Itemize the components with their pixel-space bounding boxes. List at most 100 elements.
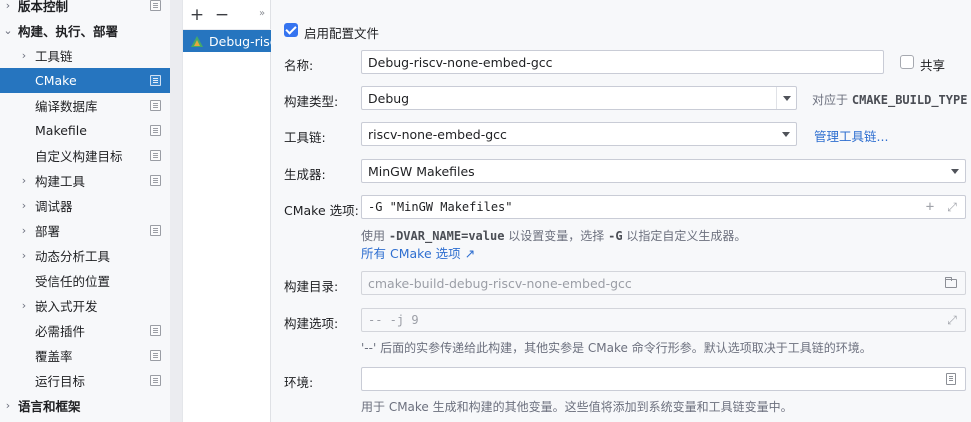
chevron-right-icon[interactable]: › bbox=[3, 0, 13, 18]
cmake-options-input[interactable]: -G "MinGW Makefiles" + ⤢ bbox=[361, 195, 966, 219]
project-scope-icon bbox=[150, 0, 161, 11]
tree-item[interactable]: 受信任的位置 bbox=[0, 268, 170, 293]
build-type-note: 对应于 CMAKE_BUILD_TYPE bbox=[812, 93, 968, 107]
build-options-input[interactable]: -- -j 9 ⤢ bbox=[361, 308, 966, 332]
chevron-right-icon[interactable]: › bbox=[19, 243, 29, 268]
chevron-down-icon bbox=[945, 160, 965, 182]
expand-icon[interactable]: ⤢ bbox=[945, 196, 959, 218]
tree-item[interactable]: 编译数据库 bbox=[0, 93, 170, 118]
add-profile-button[interactable]: + bbox=[188, 5, 206, 25]
chevron-right-icon[interactable]: › bbox=[3, 393, 13, 418]
build-options-value: -- -j 9 bbox=[368, 313, 419, 327]
build-dir-label: 构建目录: bbox=[284, 279, 339, 294]
build-type-select[interactable]: Debug bbox=[361, 86, 797, 110]
tree-item-label: 受信任的位置 bbox=[35, 274, 111, 289]
list-icon[interactable] bbox=[943, 368, 959, 390]
share-label: 共享 bbox=[920, 58, 946, 73]
tree-item[interactable]: 自定义构建目标 bbox=[0, 143, 170, 168]
tree-item-label: 调试器 bbox=[35, 199, 73, 214]
cmake-options-hint: 使用 -DVAR_NAME=value 以设置变量，选择 -G 以指定自定义生成… bbox=[361, 229, 747, 243]
build-dir-value: cmake-build-debug-riscv-none-embed-gcc bbox=[368, 275, 632, 291]
cmake-options-value: -G "MinGW Makefiles" bbox=[368, 200, 513, 214]
project-scope-icon bbox=[150, 350, 161, 361]
generator-select[interactable]: MinGW Makefiles bbox=[361, 159, 966, 183]
profiles-toolbar: + − » bbox=[183, 0, 272, 30]
tree-item-label: CMake bbox=[35, 73, 77, 88]
build-dir-input[interactable]: cmake-build-debug-riscv-none-embed-gcc bbox=[361, 271, 966, 295]
cmake-options-label: CMake 选项: bbox=[284, 203, 359, 218]
tree-item-label: 动态分析工具 bbox=[35, 249, 111, 264]
profile-item-label: Debug-riscv-none-embed-gcc bbox=[209, 33, 271, 49]
tree-item-label: 覆盖率 bbox=[35, 349, 73, 364]
plus-icon[interactable]: + bbox=[923, 196, 937, 218]
toolchain-label: 工具链: bbox=[284, 130, 326, 145]
tree-item[interactable]: › 调试器 bbox=[0, 193, 170, 218]
project-scope-icon bbox=[150, 325, 161, 336]
tree-item[interactable]: 覆盖率 bbox=[0, 343, 170, 368]
profiles-panel: + − » Debug-riscv-none-embed-gcc bbox=[182, 0, 272, 422]
all-cmake-options-link[interactable]: 所有 CMake 选项 ↗ bbox=[361, 243, 475, 262]
share-checkbox[interactable] bbox=[900, 55, 914, 69]
tree-item-label: Makefile bbox=[35, 123, 87, 138]
chevron-right-icon[interactable]: › bbox=[19, 218, 29, 243]
tree-item[interactable]: › 动态分析工具 bbox=[0, 243, 170, 268]
toolchain-value: riscv-none-embed-gcc bbox=[368, 126, 507, 142]
tree-item[interactable]: › 工具链 bbox=[0, 43, 170, 68]
enable-profile-label: 启用配置文件 bbox=[304, 26, 380, 41]
build-options-label: 构建选项: bbox=[284, 316, 339, 331]
project-scope-icon bbox=[150, 375, 161, 386]
tree-item-label: 自定义构建目标 bbox=[35, 149, 123, 164]
tree-item-label: 嵌入式开发 bbox=[35, 299, 98, 314]
tree-scrollbar[interactable] bbox=[170, 0, 182, 422]
name-value: Debug-riscv-none-embed-gcc bbox=[368, 54, 553, 70]
tree-item-label: 构建、执行、部署 bbox=[18, 24, 119, 39]
tree-item[interactable]: ⌄ 构建、执行、部署 bbox=[0, 18, 170, 43]
settings-tree: › 版本控制 ⌄ 构建、执行、部署 › 工具链 CMake 编译数据库 Makefile 自定义构… bbox=[0, 0, 170, 422]
name-input[interactable]: Debug-riscv-none-embed-gcc bbox=[361, 50, 884, 74]
project-scope-icon bbox=[150, 150, 161, 161]
enable-profile-checkbox[interactable] bbox=[284, 23, 298, 37]
tree-item[interactable]: › 部署 bbox=[0, 218, 170, 243]
expand-icon[interactable]: ⤢ bbox=[945, 309, 959, 331]
remove-profile-button[interactable]: − bbox=[213, 5, 231, 25]
tree-item-label: 工具链 bbox=[35, 49, 73, 64]
tree-item[interactable]: CMake bbox=[0, 68, 170, 93]
name-label: 名称: bbox=[284, 58, 314, 73]
build-type-value: Debug bbox=[368, 90, 410, 106]
chevron-down-icon bbox=[776, 123, 796, 145]
chevron-down-icon bbox=[776, 87, 796, 109]
tree-item-label: 版本控制 bbox=[18, 0, 69, 14]
tree-item[interactable]: › 语言和框架 bbox=[0, 393, 170, 418]
project-scope-icon bbox=[150, 100, 161, 111]
tree-item-label: 构建工具 bbox=[35, 174, 86, 189]
environment-input[interactable] bbox=[361, 367, 966, 391]
generator-value: MinGW Makefiles bbox=[368, 163, 475, 179]
tree-item-label: 编译数据库 bbox=[35, 99, 98, 114]
tree-item[interactable]: Makefile bbox=[0, 118, 170, 143]
project-scope-icon bbox=[150, 75, 161, 86]
manage-toolchains-link[interactable]: 管理工具链... bbox=[814, 126, 888, 145]
tree-item[interactable]: › 嵌入式开发 bbox=[0, 293, 170, 318]
chevron-down-icon[interactable]: ⌄ bbox=[3, 18, 13, 43]
chevron-right-icon[interactable]: › bbox=[19, 293, 29, 318]
tree-item[interactable]: 运行目标 bbox=[0, 368, 170, 393]
chevron-right-icon[interactable]: › bbox=[19, 193, 29, 218]
tree-item[interactable]: 必需插件 bbox=[0, 318, 170, 343]
environment-hint: 用于 CMake 生成和构建的其他变量。这些值将添加到系统变量和工具链变量中。 bbox=[361, 400, 793, 414]
tree-item-label: 运行目标 bbox=[35, 374, 86, 389]
environment-label: 环境: bbox=[284, 375, 314, 390]
tree-item[interactable]: › 构建工具 bbox=[0, 168, 170, 193]
cmake-icon bbox=[191, 35, 203, 47]
more-actions-button[interactable]: » bbox=[259, 8, 265, 19]
build-type-label: 构建类型: bbox=[284, 94, 339, 109]
chevron-right-icon[interactable]: › bbox=[19, 43, 29, 68]
profile-item-selected[interactable]: Debug-riscv-none-embed-gcc bbox=[183, 30, 271, 52]
chevron-right-icon[interactable]: › bbox=[19, 168, 29, 193]
tree-item[interactable]: › 版本控制 bbox=[0, 0, 170, 18]
cmake-profile-form: 启用配置文件 名称: Debug-riscv-none-embed-gcc 共享… bbox=[271, 0, 971, 422]
project-scope-icon bbox=[150, 125, 161, 136]
generator-label: 生成器: bbox=[284, 167, 326, 182]
folder-icon[interactable] bbox=[943, 272, 959, 294]
toolchain-select[interactable]: riscv-none-embed-gcc bbox=[361, 122, 797, 146]
build-options-hint: '--' 后面的实参传递给此构建，其他实参是 CMake 命令行形参。默认选项取… bbox=[361, 341, 872, 355]
